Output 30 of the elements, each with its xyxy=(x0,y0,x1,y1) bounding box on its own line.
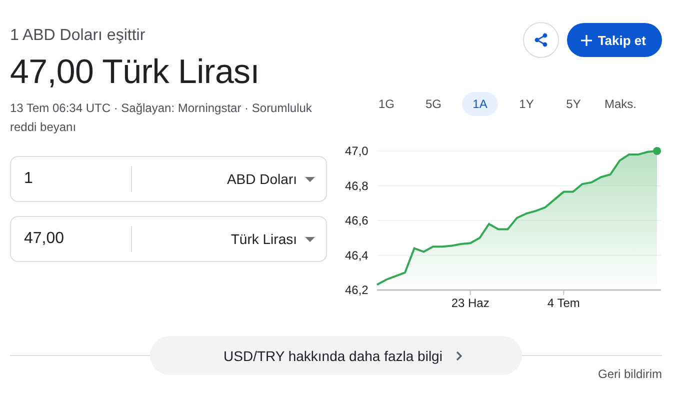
range-tab[interactable]: 5G xyxy=(410,92,457,116)
feedback-link[interactable]: Geri bildirim xyxy=(598,367,662,381)
axis-label: 47,0 xyxy=(345,144,368,158)
range-tab[interactable]: 1A xyxy=(462,92,498,116)
amount-field[interactable]: 47,00 Türk Lirası xyxy=(10,216,327,262)
range-tab[interactable]: 1Y xyxy=(503,92,550,116)
conversion-result: 47,00 Türk Lirası xyxy=(10,53,260,92)
axis-label: 46,6 xyxy=(345,214,368,228)
currency-dropdown[interactable]: Türk Lirası xyxy=(132,217,326,261)
axis-label: 23 Haz xyxy=(451,296,490,310)
axis-label: 46,8 xyxy=(345,178,368,193)
range-tab[interactable]: Maks. xyxy=(597,92,644,116)
latest-point xyxy=(653,147,661,155)
plus-icon xyxy=(580,34,592,46)
share-icon xyxy=(534,33,548,47)
axis-label: 4 Tem xyxy=(547,296,580,310)
follow-button[interactable]: Takip et xyxy=(566,23,662,57)
range-tab[interactable]: 1G xyxy=(363,92,410,116)
caret-icon xyxy=(305,236,315,242)
currency-dropdown[interactable]: ABD Doları xyxy=(132,157,326,201)
chevron-right-icon xyxy=(456,350,462,360)
conversion-subtitle: 1 ABD Doları eşittir xyxy=(10,27,146,45)
amount-field[interactable]: 1 ABD Doları xyxy=(10,156,327,202)
source-note: 13 Tem 06:34 UTC · Sağlayan: Morningstar · Sorumluluk reddi beyanı xyxy=(10,100,313,136)
more-info-button[interactable]: USD/TRY hakkında daha fazla bilgi xyxy=(150,336,522,375)
caret-icon xyxy=(305,176,315,182)
axis-label: 46,4 xyxy=(345,248,368,262)
share-button[interactable] xyxy=(522,22,559,58)
axis-label: 46,2 xyxy=(345,283,368,297)
range-tab[interactable]: 5Y xyxy=(550,92,597,116)
